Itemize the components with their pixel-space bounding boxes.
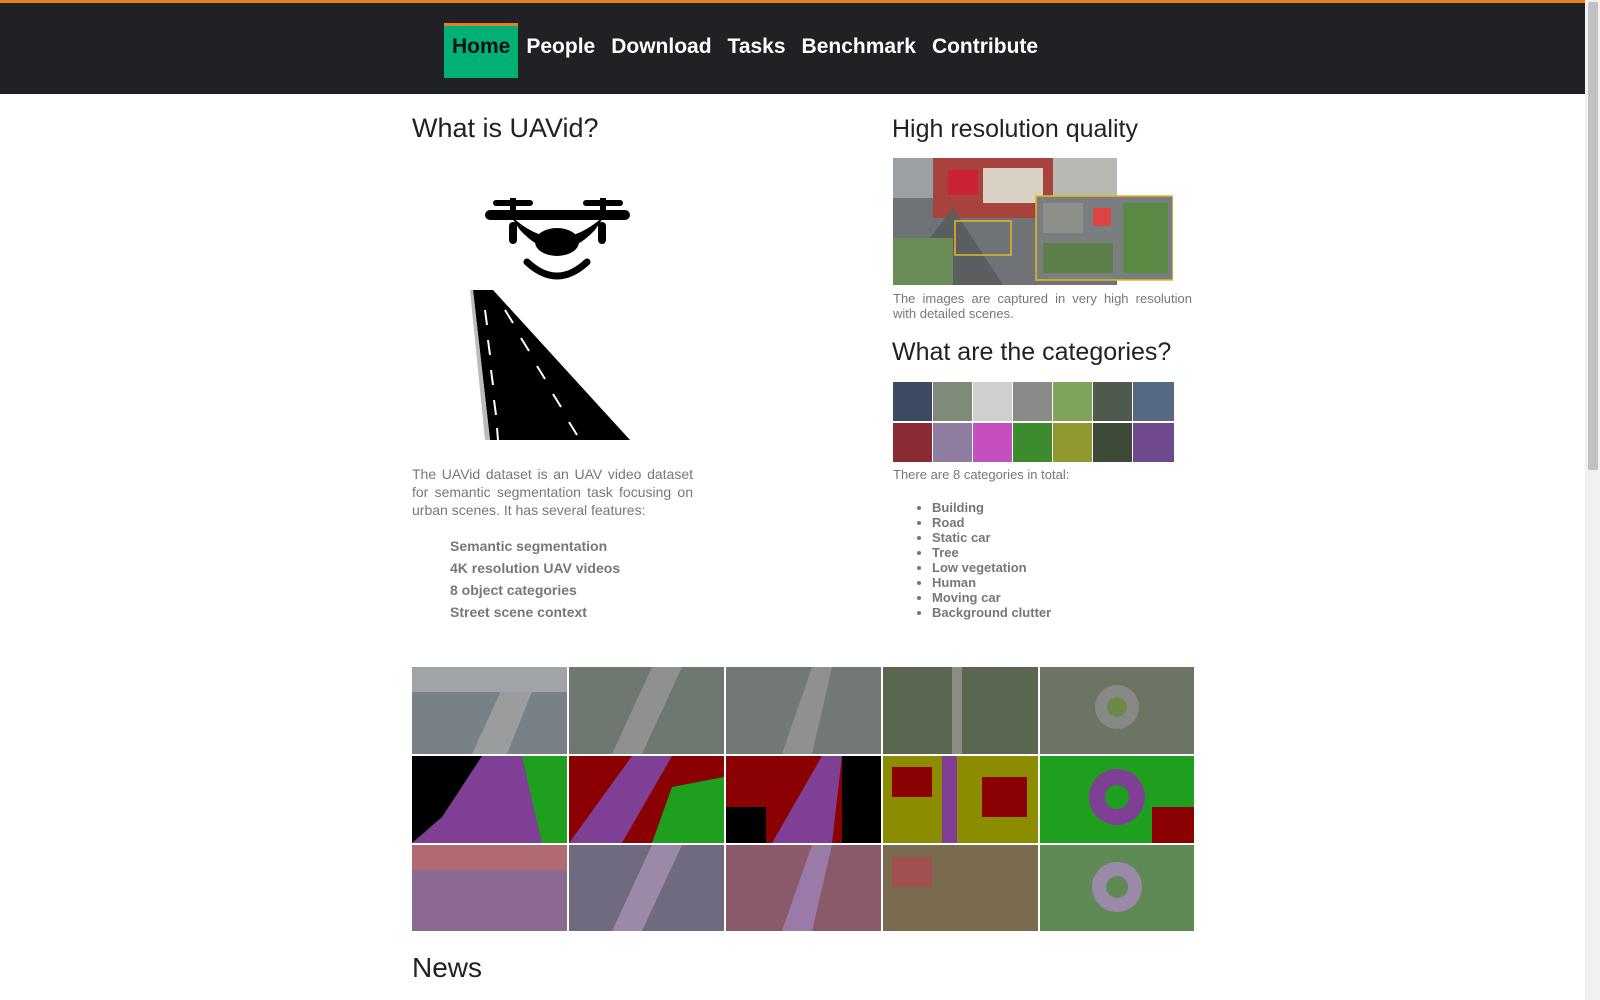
nav-benchmark[interactable]: Benchmark bbox=[794, 23, 924, 78]
category-item: Road bbox=[932, 515, 1051, 530]
category-item: Tree bbox=[932, 545, 1051, 560]
resolution-caption: The images are captured in very high res… bbox=[893, 291, 1192, 321]
high-resolution-image bbox=[893, 158, 1173, 285]
about-title: What is UAVid? bbox=[412, 113, 599, 143]
feature-item: 8 object categories bbox=[450, 582, 577, 598]
nav-tasks[interactable]: Tasks bbox=[720, 23, 794, 78]
category-item: Low vegetation bbox=[932, 560, 1051, 575]
category-item: Moving car bbox=[932, 590, 1051, 605]
top-nav-bar: Home People Download Tasks Benchmark Con… bbox=[0, 0, 1585, 94]
nav-download[interactable]: Download bbox=[603, 23, 719, 78]
categories-intro: There are 8 categories in total: bbox=[893, 467, 1070, 482]
category-item: Building bbox=[932, 500, 1051, 515]
feature-item: Street scene context bbox=[450, 604, 587, 620]
category-samples-image bbox=[893, 382, 1174, 462]
nav-contribute[interactable]: Contribute bbox=[924, 23, 1046, 78]
category-item: Static car bbox=[932, 530, 1051, 545]
feature-item: 4K resolution UAV videos bbox=[450, 560, 621, 576]
drone-road-logo-icon bbox=[470, 198, 630, 441]
feature-item: Semantic segmentation bbox=[450, 538, 608, 554]
main-nav: Home People Download Tasks Benchmark Con… bbox=[444, 23, 1046, 78]
segmentation-grid-image bbox=[412, 667, 1194, 931]
nav-people[interactable]: People bbox=[518, 23, 603, 78]
category-item: Human bbox=[932, 575, 1051, 590]
category-list: Building Road Static car Tree Low vegeta… bbox=[912, 500, 1051, 620]
scrollbar-thumb[interactable] bbox=[1588, 2, 1598, 470]
nav-home[interactable]: Home bbox=[444, 23, 519, 78]
category-item: Background clutter bbox=[932, 605, 1051, 620]
page-scrollbar[interactable] bbox=[1585, 0, 1600, 1000]
categories-title: What are the categories? bbox=[892, 338, 1172, 366]
feature-list: Semantic segmentation 4K resolution UAV … bbox=[450, 538, 620, 626]
news-title: News bbox=[412, 952, 483, 983]
resolution-title: High resolution quality bbox=[892, 115, 1138, 143]
about-description: The UAVid dataset is an UAV video datase… bbox=[412, 466, 693, 518]
